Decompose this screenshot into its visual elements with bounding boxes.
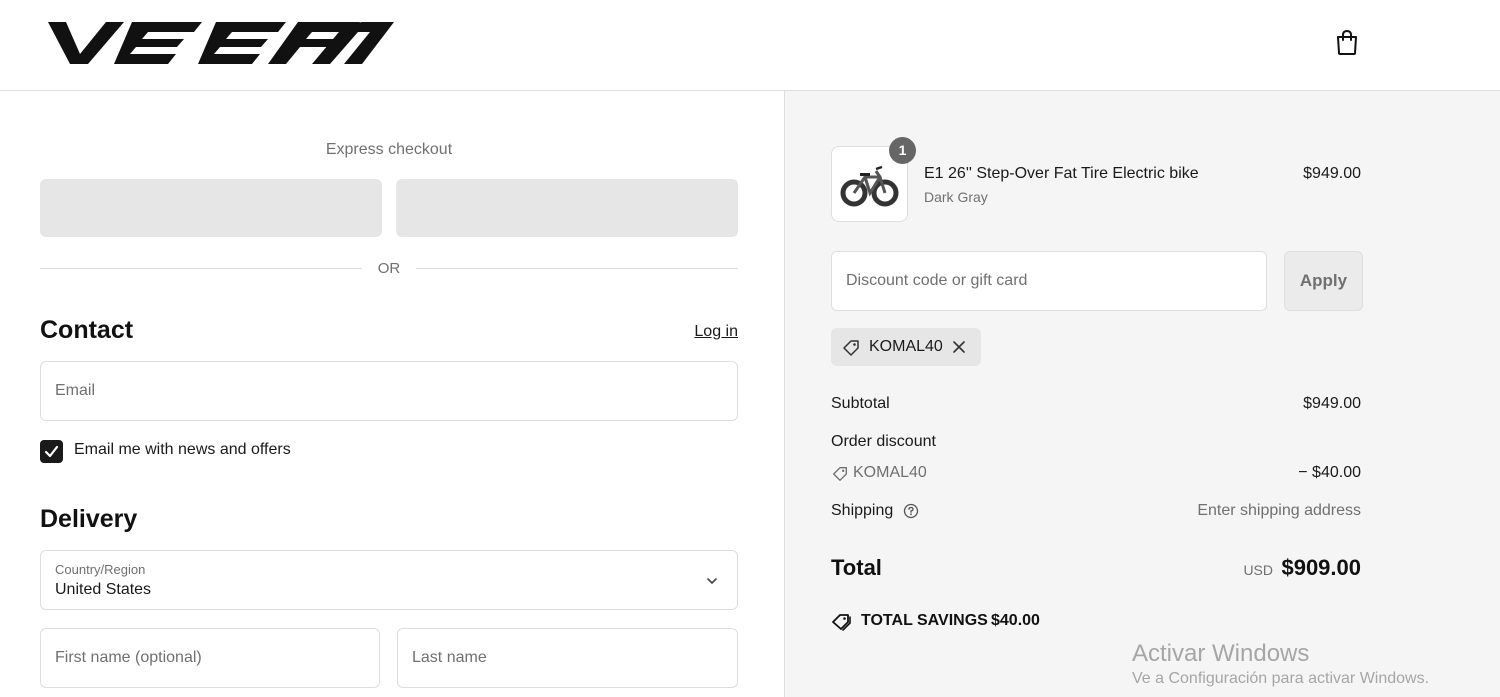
apply-button[interactable]: Apply — [1284, 251, 1363, 311]
remove-discount-close-icon[interactable] — [951, 339, 967, 355]
last-name-input[interactable] — [398, 629, 737, 687]
country-select[interactable]: Country/Region United States — [40, 550, 738, 610]
quantity-badge: 1 — [889, 137, 916, 164]
applied-discount-chip: KOMAL40 — [831, 328, 981, 366]
country-select-label: Country/Region — [55, 562, 146, 577]
divider-line-right — [416, 268, 738, 269]
total-savings-label: TOTAL SAVINGS — [861, 612, 988, 629]
applied-discount-code: KOMAL40 — [869, 338, 943, 355]
shipping-value: Enter shipping address — [1197, 502, 1361, 519]
newsletter-checkbox[interactable] — [40, 440, 63, 463]
express-pay-button-1[interactable] — [40, 179, 382, 237]
express-pay-button-2[interactable] — [396, 179, 738, 237]
product-name: E1 26'' Step-Over Fat Tire Electric bike — [924, 165, 1199, 182]
subtotal-value: $949.00 — [1303, 395, 1361, 412]
chevron-down-icon — [707, 578, 717, 584]
order-discount-label: Order discount — [831, 433, 936, 450]
site-header — [0, 0, 1500, 91]
subtotal-label: Subtotal — [831, 395, 890, 412]
product-variant: Dark Gray — [924, 189, 988, 205]
savings-tag-icon — [832, 614, 851, 631]
discount-code-label: KOMAL40 — [853, 464, 927, 481]
windows-activation-title: Activar Windows — [1132, 640, 1310, 667]
discount-value: − $40.00 — [1298, 464, 1361, 481]
country-select-value: United States — [55, 581, 152, 598]
total-savings-value: $40.00 — [991, 612, 1040, 629]
tag-icon — [843, 340, 859, 356]
divider-line-left — [40, 268, 362, 269]
windows-activation-subtitle: Ve a Configuración para activar Windows. — [1132, 670, 1430, 687]
total-label: Total — [831, 555, 882, 580]
express-checkout-label: Express checkout — [325, 141, 453, 158]
discount-input[interactable] — [832, 252, 1266, 310]
first-name-field[interactable] — [40, 628, 380, 688]
checkmark-icon — [44, 445, 59, 458]
delivery-title: Delivery — [40, 505, 138, 533]
product-price: $949.00 — [1303, 165, 1361, 182]
discount-field[interactable] — [831, 251, 1267, 311]
order-summary-column: 1 E1 26'' Step-Over Fat Tire Electric bi… — [784, 91, 1500, 697]
first-name-input[interactable] — [41, 629, 379, 687]
last-name-field[interactable] — [397, 628, 738, 688]
email-input[interactable] — [41, 362, 737, 420]
or-divider-text: OR — [377, 260, 401, 277]
tag-icon — [833, 467, 847, 481]
help-circle-icon[interactable] — [903, 503, 919, 519]
shopping-bag-icon[interactable] — [1334, 28, 1360, 56]
veefn-logo[interactable] — [44, 18, 394, 68]
checkout-form-column: Express checkout OR Contact Log in Email… — [0, 91, 784, 697]
total-currency: USD — [1243, 562, 1273, 578]
login-link[interactable]: Log in — [694, 323, 738, 341]
newsletter-label: Email me with news and offers — [74, 441, 291, 458]
contact-title: Contact — [40, 316, 134, 344]
email-field[interactable] — [40, 361, 738, 421]
shipping-label: Shipping — [831, 502, 894, 519]
total-value: $909.00 — [1281, 555, 1361, 580]
